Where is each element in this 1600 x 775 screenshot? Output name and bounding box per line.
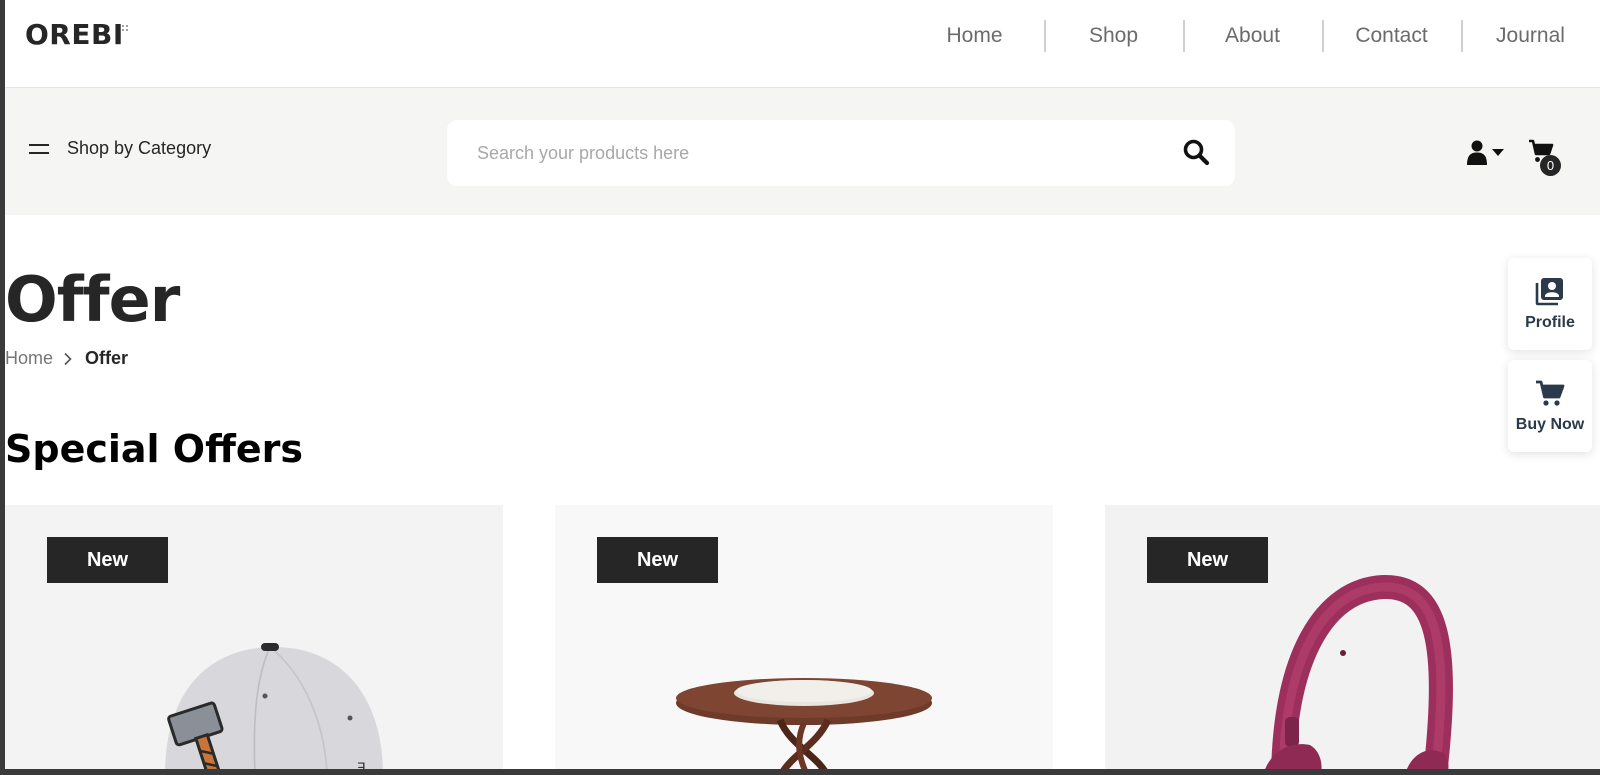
buy-now-widget[interactable]: Buy Now <box>1508 360 1592 452</box>
main-nav: Home Shop About Contact Journal <box>905 0 1600 72</box>
logo-dots-icon <box>121 24 129 32</box>
top-header: OREBI Home Shop About Contact Journal <box>5 0 1600 88</box>
menu-icon <box>29 142 49 156</box>
svg-text:Ǝ: Ǝ <box>357 761 366 769</box>
page: OREBI Home Shop About Contact Journal Sh… <box>5 0 1600 769</box>
product-card[interactable]: New <box>1105 505 1600 769</box>
shop-by-category-button[interactable]: Shop by Category <box>29 138 211 159</box>
search-icon[interactable] <box>1182 138 1210 166</box>
cart-count-badge: 0 <box>1540 155 1561 176</box>
breadcrumb-current: Offer <box>85 348 129 368</box>
new-badge: New <box>1147 537 1268 583</box>
new-badge: New <box>47 537 168 583</box>
chevron-right-icon <box>64 352 72 365</box>
new-badge: New <box>597 537 718 583</box>
category-label: Shop by Category <box>67 138 212 158</box>
nav-shop[interactable]: Shop <box>1044 20 1183 52</box>
profile-label: Profile <box>1525 314 1575 331</box>
nav-about[interactable]: About <box>1183 20 1322 52</box>
nav-contact[interactable]: Contact <box>1322 20 1461 52</box>
page-title: Offer <box>5 263 180 336</box>
product-card[interactable]: Ǝ New <box>5 505 503 769</box>
search-toolbar: Shop by Category 0 <box>5 88 1600 215</box>
breadcrumb: Home Offer <box>5 348 128 369</box>
section-title: Special Offers <box>5 427 304 471</box>
product-card[interactable]: New <box>555 505 1053 769</box>
profile-widget[interactable]: Profile <box>1508 258 1592 350</box>
nav-home[interactable]: Home <box>905 21 1044 51</box>
cart-button[interactable]: 0 <box>1528 138 1568 178</box>
search-box <box>447 120 1235 186</box>
search-input[interactable] <box>477 120 1137 186</box>
user-menu-icon[interactable] <box>1467 140 1507 166</box>
cart-icon <box>1536 380 1565 406</box>
profile-icon <box>1535 278 1563 306</box>
nav-journal[interactable]: Journal <box>1461 20 1600 52</box>
breadcrumb-home-link[interactable]: Home <box>5 348 53 369</box>
buy-now-label: Buy Now <box>1515 416 1585 433</box>
logo[interactable]: OREBI <box>25 18 124 51</box>
